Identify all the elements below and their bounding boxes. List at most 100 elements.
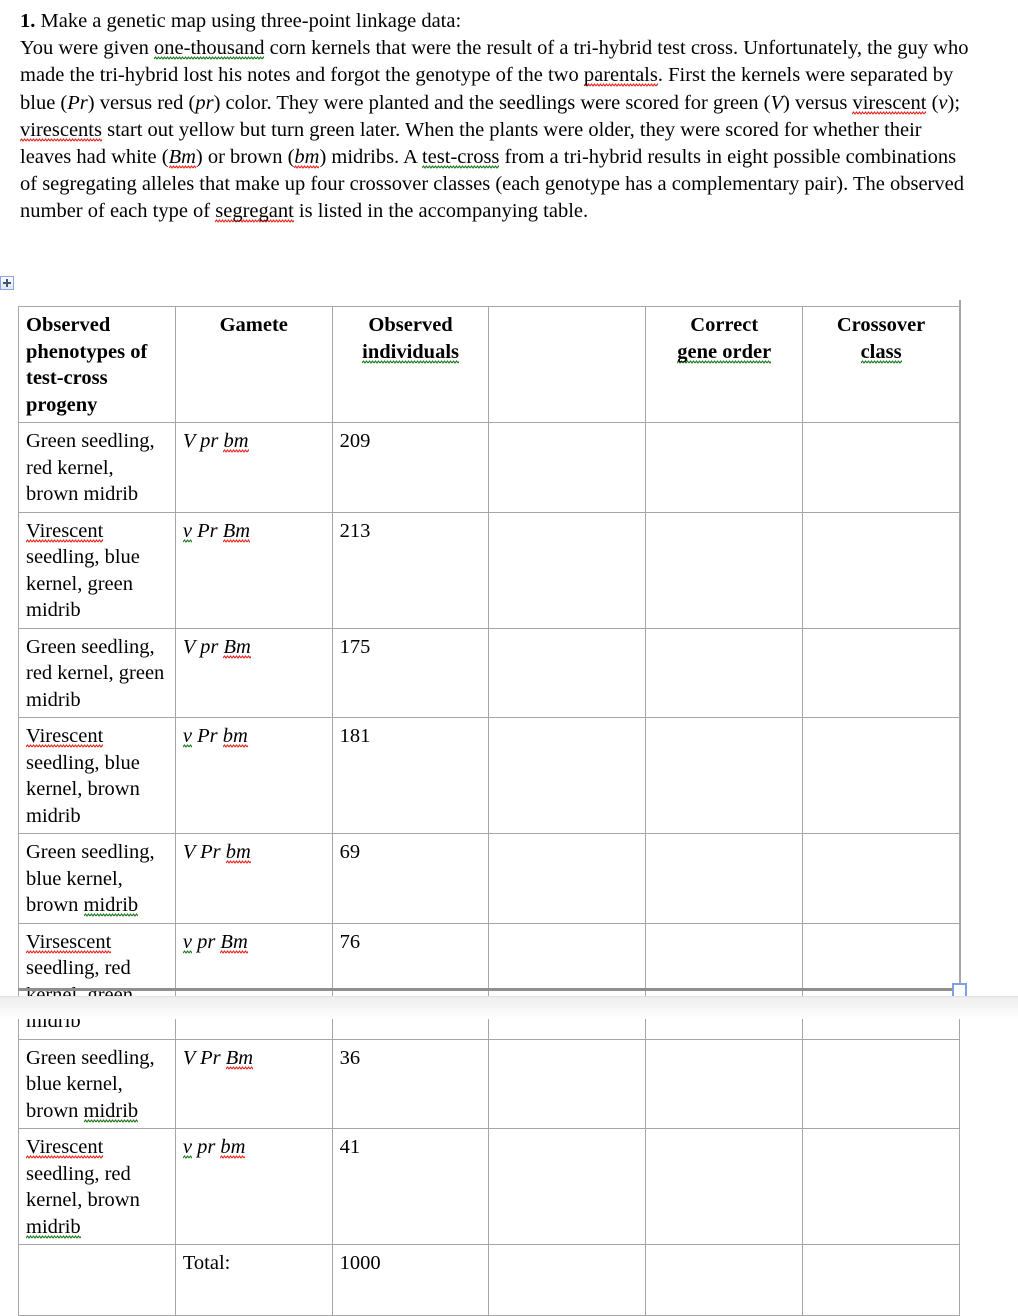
gamete-7-run-1: pr	[191, 1136, 221, 1158]
cell-crossover-class[interactable]	[802, 1038, 960, 1129]
cell-gamete[interactable]: v Pr Bm	[174, 511, 333, 629]
gamete-4-run-1: bm	[225, 841, 251, 865]
cell-observed-individuals[interactable]: 69	[331, 833, 490, 924]
cell-phenotype[interactable]: Virsescent seedling, red kernel, green m…	[18, 922, 176, 1040]
intro-text-run-3: parentals	[583, 64, 658, 89]
cell-phenotype[interactable]: Green seedling, blue kernel, brown midri…	[18, 833, 176, 924]
table-insert-row-handle-icon[interactable]	[0, 276, 14, 290]
intro-text-run-7: pr	[195, 91, 214, 114]
table-row: Virescent seedling, blue kernel, green m…	[18, 511, 960, 629]
gamete-3-run-2: bm	[222, 725, 248, 749]
cell-spacer[interactable]	[488, 422, 647, 513]
cell-correct-gene-order[interactable]	[645, 511, 804, 629]
table-row: Virescent seedling, blue kernel, brown m…	[18, 717, 960, 834]
cell-crossover-class[interactable]	[802, 627, 960, 718]
intro-text-run-9: V	[770, 91, 783, 114]
cell-observed-individuals[interactable]: 213	[331, 511, 490, 629]
cell-gamete[interactable]: v Pr bm	[174, 717, 333, 834]
gamete-6-run-1: Bm	[225, 1046, 254, 1071]
cell-spacer[interactable]	[488, 1128, 647, 1245]
phenotype-7-run-2: midrib	[26, 1215, 81, 1240]
column-header-phenotypes: Observed phenotypes of test-cross progen…	[18, 306, 176, 423]
cell-correct-gene-order[interactable]	[645, 1038, 804, 1129]
cell-gamete[interactable]: v pr Bm	[174, 922, 333, 1040]
cell-crossover-class[interactable]	[802, 833, 960, 924]
gamete-2-run-1: Bm	[223, 635, 251, 660]
cell-total-gene-order[interactable]	[645, 1244, 804, 1316]
cell-spacer[interactable]	[488, 627, 647, 718]
cell-phenotype[interactable]: Virescent seedling, blue kernel, green m…	[18, 511, 176, 629]
table-body: Green seedling, red kernel, brown midrib…	[18, 422, 960, 1316]
cell-observed-individuals[interactable]: 36	[331, 1038, 490, 1129]
cell-correct-gene-order[interactable]	[645, 1128, 804, 1245]
gamete-3-run-1: Pr	[191, 725, 223, 747]
intro-text-run-6: ) versus red (	[87, 91, 196, 114]
crossover-line-1: Crossover	[836, 314, 926, 336]
gene-order-line-1: Correct	[690, 314, 759, 336]
intro-text-run-20: ) midribs. A	[319, 146, 422, 169]
column-header-correct-gene-order: Correct gene order	[645, 306, 804, 423]
cell-correct-gene-order[interactable]	[645, 627, 804, 718]
gamete-4-run-0: V Pr	[182, 841, 226, 863]
cell-total-spacer[interactable]	[488, 1244, 647, 1316]
cell-correct-gene-order[interactable]	[645, 833, 804, 924]
phenotype-1-run-0: Virescent	[26, 519, 104, 544]
cell-observed-individuals[interactable]: 175	[331, 627, 490, 718]
cell-gamete[interactable]: V pr bm	[174, 422, 333, 513]
cell-gamete[interactable]: V Pr Bm	[174, 1038, 333, 1129]
gamete-5-run-1: pr	[191, 930, 221, 953]
cell-crossover-class[interactable]	[802, 922, 960, 1040]
intro-text-run-14: );	[947, 91, 961, 114]
cell-gamete[interactable]: V Pr bm	[174, 833, 333, 924]
gamete-0-run-1: bm	[223, 430, 249, 454]
intro-text-run-5: Pr	[67, 91, 88, 114]
phenotype-3-run-1: seedling, blue kernel, brown midrib	[26, 751, 140, 827]
table-row: Virescent seedling, red kernel, brown mi…	[18, 1128, 960, 1245]
observed-line-1: Observed	[368, 314, 453, 336]
gamete-5-run-0: v	[182, 930, 192, 955]
cell-spacer[interactable]	[488, 833, 647, 924]
phenotype-7-run-0: Virescent	[26, 1136, 104, 1160]
cell-gamete[interactable]: v pr bm	[174, 1128, 333, 1245]
cell-observed-individuals[interactable]: 181	[331, 717, 490, 834]
cell-correct-gene-order[interactable]	[645, 717, 804, 834]
cell-observed-individuals[interactable]: 76	[331, 922, 490, 1040]
table-row: Green seedling, red kernel, brown midrib…	[18, 422, 960, 513]
cell-crossover-class[interactable]	[802, 422, 960, 513]
cell-crossover-class[interactable]	[802, 511, 960, 629]
intro-text-run-15: virescents	[20, 118, 102, 143]
cell-crossover-class[interactable]	[802, 1128, 960, 1245]
cell-phenotype[interactable]: Green seedling, red kernel, brown midrib	[18, 422, 176, 513]
crossover-line-2: class	[860, 340, 902, 365]
column-header-spacer	[488, 306, 647, 423]
gamete-0-run-0: V pr	[182, 430, 224, 452]
gamete-1-run-0: v	[182, 519, 192, 544]
cell-phenotype[interactable]: Green seedling, red kernel, green midrib	[18, 627, 176, 718]
cell-phenotype[interactable]: Virescent seedling, blue kernel, brown m…	[18, 717, 176, 834]
cell-correct-gene-order[interactable]	[645, 922, 804, 1040]
cell-spacer[interactable]	[488, 922, 647, 1040]
table-header-row: Observed phenotypes of test-cross progen…	[18, 306, 960, 423]
question-intro-paragraph: 1. Make a genetic map using three-point …	[20, 8, 975, 226]
question-title: Make a genetic map using three-point lin…	[40, 10, 462, 32]
question-body-text: You were given one-thousand corn kernels…	[20, 37, 968, 225]
cell-phenotype[interactable]: Virescent seedling, red kernel, brown mi…	[18, 1128, 176, 1245]
phenotype-1-run-1: seedling, blue kernel, green midrib	[26, 546, 140, 621]
cell-spacer[interactable]	[488, 1038, 647, 1129]
cell-gamete[interactable]: V pr Bm	[174, 627, 333, 718]
cell-observed-individuals[interactable]: 209	[331, 422, 490, 513]
gamete-5-run-2: Bm	[220, 930, 248, 955]
cell-spacer[interactable]	[488, 511, 647, 629]
phenotype-6-run-1: midrib	[83, 1099, 139, 1124]
cell-total-blank[interactable]	[18, 1244, 176, 1316]
cell-crossover-class[interactable]	[802, 717, 960, 834]
cell-observed-individuals[interactable]: 41	[331, 1128, 490, 1245]
cell-total-crossover-class[interactable]	[802, 1244, 960, 1316]
cell-spacer[interactable]	[488, 717, 647, 834]
cell-correct-gene-order[interactable]	[645, 422, 804, 513]
gene-order-line-2: gene order	[677, 340, 772, 365]
cell-phenotype[interactable]: Green seedling, blue kernel, brown midri…	[18, 1038, 176, 1129]
phenotype-4-run-1: midrib	[83, 894, 139, 918]
intro-text-run-1: one-thousand	[154, 37, 265, 62]
column-header-observed-individuals: Observed individuals	[331, 306, 490, 423]
